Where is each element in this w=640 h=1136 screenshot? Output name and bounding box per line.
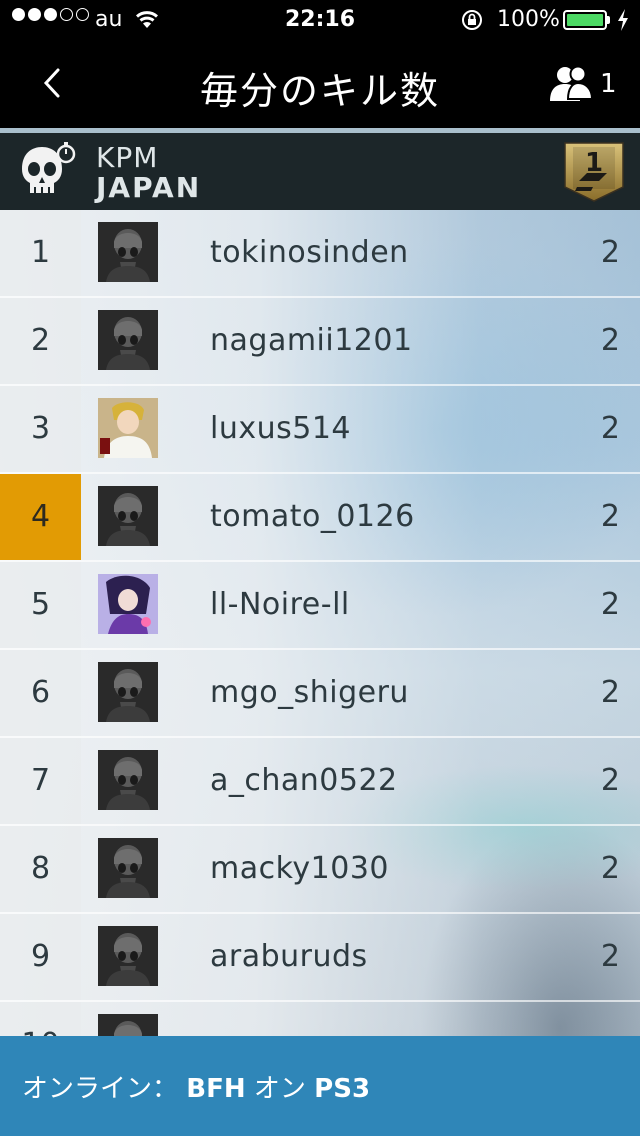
leaderboard-row[interactable]: 2 nagamii1201 2 — [0, 298, 640, 386]
player-avatar[interactable] — [98, 1014, 158, 1036]
leaderboard-row[interactable]: 5 ll-Noire-ll 2 — [0, 562, 640, 650]
page-title: 毎分のキル数 — [199, 69, 440, 113]
leaderboard-row[interactable]: 7 a_chan0522 2 — [0, 738, 640, 826]
rank-number: 10 — [0, 1002, 81, 1036]
player-name: luxus514 — [210, 411, 352, 446]
leaderboard-list: 1 tokinosinden 2 2 nagamii1201 2 3 luxus514 2 4 to… — [0, 210, 640, 1036]
online-label: オンライン： — [22, 1074, 179, 1104]
leaderboard-header: KPM JAPAN 1 — [0, 133, 640, 210]
skull-stopwatch-icon — [14, 139, 78, 203]
player-score: 2 — [600, 939, 620, 974]
rank-number: 7 — [0, 738, 81, 824]
rank-number: 1 — [0, 210, 81, 296]
player-name: macky1030 — [210, 851, 390, 886]
player-score: 2 — [600, 675, 620, 710]
player-avatar[interactable] — [98, 662, 158, 722]
player-avatar[interactable] — [98, 398, 158, 458]
player-name: ll-Noire-ll — [210, 587, 350, 622]
region-label: JAPAN — [96, 171, 202, 204]
player-score: 2 — [600, 235, 620, 270]
rank-badge-number: 1 — [585, 148, 603, 178]
online-on-label: オン — [253, 1074, 306, 1104]
player-score: 2 — [600, 763, 620, 798]
player-avatar[interactable] — [98, 926, 158, 986]
player-score: 2 — [600, 499, 620, 534]
leaderboard-row[interactable]: 6 mgo_shigeru 2 — [0, 650, 640, 738]
player-score: 2 — [600, 323, 620, 358]
rank-number: 8 — [0, 826, 81, 912]
leaderboard-row[interactable]: 9 araburuds 2 — [0, 914, 640, 1002]
player-name: tokinosinden — [210, 235, 409, 270]
rank-number: 3 — [0, 386, 81, 472]
online-status-bar[interactable]: オンライン： BFH オン PS3 — [0, 1036, 640, 1136]
navigation-bar: 毎分のキル数 1 — [0, 40, 640, 128]
player-name: mgo_shigeru — [210, 675, 409, 710]
player-name: araburuds — [210, 939, 368, 974]
player-name: tomato_0126 — [210, 499, 415, 534]
player-avatar[interactable] — [98, 486, 158, 546]
rotation-lock-icon — [460, 8, 484, 38]
friends-icon — [550, 65, 594, 101]
rank-number: 2 — [0, 298, 81, 384]
platform-name: PS3 — [314, 1074, 371, 1104]
leaderboard-row[interactable]: 8 macky1030 2 — [0, 826, 640, 914]
rank-number: 5 — [0, 562, 81, 648]
player-score: 2 — [600, 411, 620, 446]
rank-badge: 1 — [563, 141, 625, 203]
player-avatar[interactable] — [98, 574, 158, 634]
leaderboard-row-current-user[interactable]: 4 tomato_0126 2 — [0, 474, 640, 562]
player-name: nagamii1201 — [210, 323, 413, 358]
player-name: a_chan0522 — [210, 763, 398, 798]
battery-icon — [563, 10, 607, 30]
leaderboard-row[interactable]: 1 tokinosinden 2 — [0, 210, 640, 298]
leaderboard-row[interactable]: 10 — [0, 1002, 640, 1036]
friends-button[interactable]: 1 — [548, 62, 628, 106]
stat-label: KPM — [96, 141, 159, 174]
player-avatar[interactable] — [98, 310, 158, 370]
rank-number: 4 — [0, 474, 81, 560]
player-score: 2 — [600, 851, 620, 886]
player-avatar[interactable] — [98, 222, 158, 282]
game-name: BFH — [186, 1074, 246, 1104]
leaderboard-row[interactable]: 3 luxus514 2 — [0, 386, 640, 474]
charging-icon — [616, 8, 630, 38]
rank-number: 9 — [0, 914, 81, 1000]
player-avatar[interactable] — [98, 750, 158, 810]
player-avatar[interactable] — [98, 838, 158, 898]
friends-count: 1 — [600, 69, 617, 99]
battery-percent: 100% — [497, 7, 560, 32]
player-score: 2 — [600, 587, 620, 622]
status-bar: au 22:16 100% — [0, 0, 640, 40]
rank-number: 6 — [0, 650, 81, 736]
